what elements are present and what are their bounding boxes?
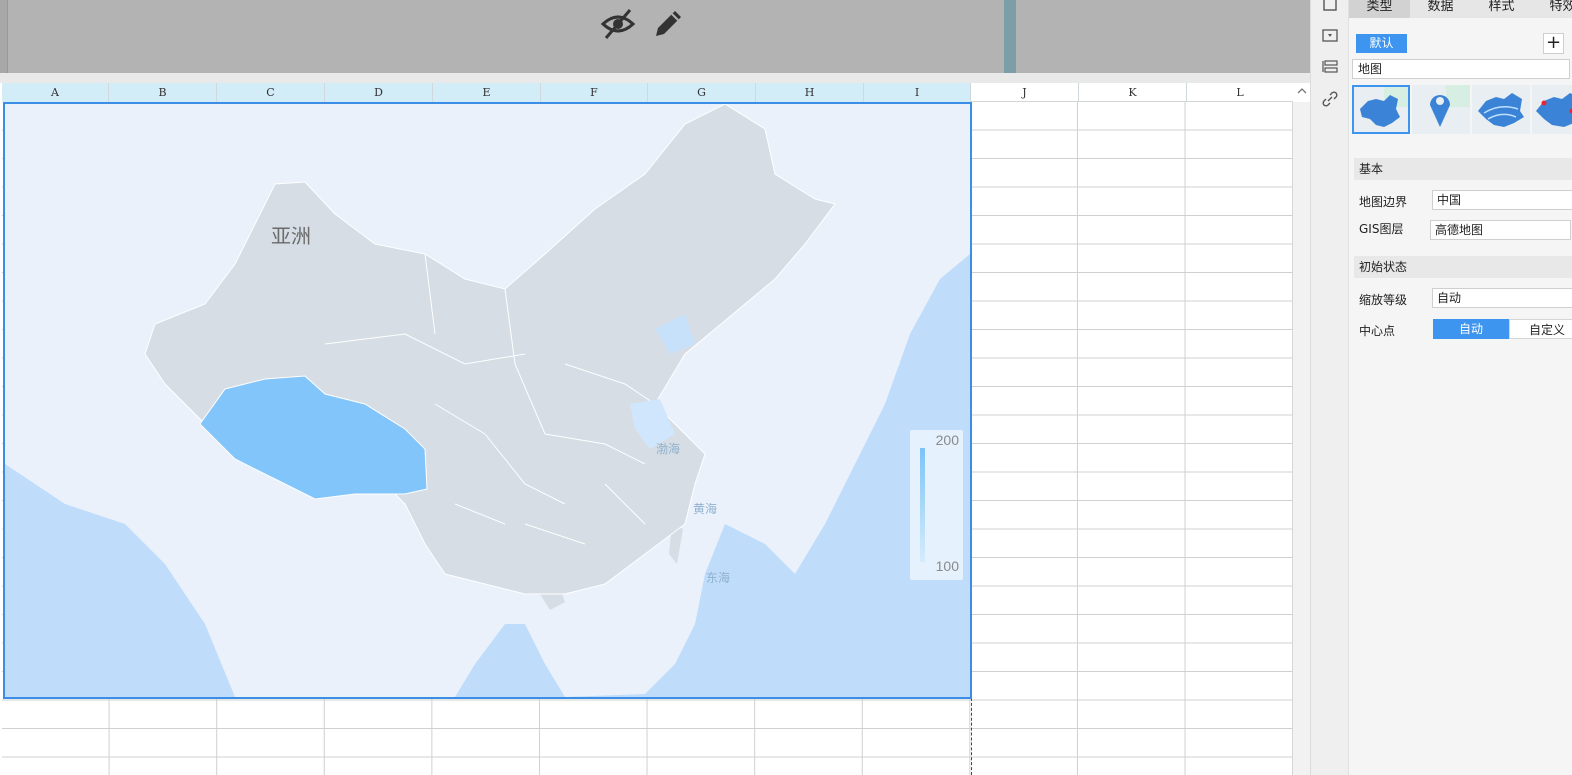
legend-gradient-bar[interactable] [920,448,925,562]
frozen-divider[interactable] [1004,0,1016,73]
column-header-a[interactable]: A [2,83,109,102]
value-legend[interactable]: 200 100 [910,430,963,580]
edit-button[interactable] [648,6,688,42]
zoom-level-select[interactable]: 自动 [1432,288,1572,308]
map-type-field[interactable]: 地图 [1352,59,1570,79]
tab-0[interactable]: 类型 [1349,0,1410,18]
report-designer: ABCDEFGHIJKL 亚洲 渤海 黄海 东海 200 100 类型 数据 样… [0,0,1572,775]
map-pin-icon [1412,85,1470,134]
gis-layer-select[interactable]: 高德地图 [1430,220,1571,240]
canvas-top-band [0,0,1310,73]
center-option-0[interactable]: 自动 [1433,319,1509,339]
legend-max-label: 200 [935,432,959,448]
cell-element-button[interactable] [1320,0,1340,14]
column-header-e[interactable]: E [433,83,541,102]
tab-3[interactable]: 特效 [1532,0,1572,18]
column-header-i[interactable]: I [864,83,971,102]
boundary-select[interactable]: 中国 [1432,190,1572,210]
mixed-map-thumb[interactable] [1532,85,1572,134]
layers-icon [1322,60,1338,73]
column-header-row: ABCDEFGHIJKL [2,83,1294,102]
china-map-icon [1354,87,1408,132]
column-header-l[interactable]: L [1187,83,1294,102]
center-option-1[interactable]: 自定义 [1509,319,1572,339]
column-header-c[interactable]: C [217,83,325,102]
dropdown-box-icon [1322,29,1338,42]
flow-map-icon [1472,85,1530,134]
column-header-k[interactable]: K [1079,83,1187,102]
vertical-scrollbar[interactable] [1293,102,1310,775]
section-basic: 基本 [1354,158,1572,180]
scroll-up-button[interactable] [1293,83,1310,102]
legend-min-label: 100 [935,558,959,574]
map-canvas [5,104,970,697]
pencil-icon [656,11,681,36]
eye-slash-icon [600,9,636,39]
page-break-line [971,698,972,775]
chevron-up-icon [1297,88,1306,94]
gis-layer-label: GIS图层 [1359,222,1404,236]
marker-map-icon [1532,85,1572,134]
region-map-thumb[interactable] [1352,85,1410,134]
side-tool-strip [1310,0,1348,775]
default-map-button[interactable]: 默认 [1356,34,1407,53]
flow-map-thumb[interactable] [1472,85,1530,134]
add-map-button[interactable]: + [1543,33,1564,54]
map-widget[interactable]: 亚洲 渤海 黄海 东海 南海 200 100 [3,102,972,699]
layer-attributes-button[interactable] [1320,58,1340,76]
column-header-f[interactable]: F [541,83,648,102]
column-header-d[interactable]: D [325,83,433,102]
hyperlink-button[interactable] [1320,90,1340,108]
row-header-strip [0,0,8,73]
column-header-g[interactable]: G [648,83,756,102]
hide-button[interactable] [598,6,638,42]
point-map-thumb[interactable] [1412,85,1470,134]
boundary-label: 地图边界 [1359,195,1408,209]
square-icon [1323,0,1337,11]
widget-settings-button[interactable] [1320,27,1340,45]
center-point-label: 中心点 [1359,324,1396,338]
zoom-level-label: 缩放等级 [1359,293,1408,307]
tab-1[interactable]: 数据 [1410,0,1471,18]
panel-tabs: 类型 数据 样式 特效 [1349,0,1572,18]
properties-panel: 类型 数据 样式 特效 默认 + 地图 基本 地图边界 中国 GIS图层 高德地… [1348,0,1572,775]
column-header-b[interactable]: B [109,83,217,102]
center-point-toggle: 自动 自定义 [1433,319,1572,339]
header-gap [0,73,1310,83]
tab-2[interactable]: 样式 [1471,0,1532,18]
section-initial-state: 初始状态 [1354,256,1572,278]
column-header-j[interactable]: J [971,83,1079,102]
link-icon [1322,91,1338,107]
column-header-h[interactable]: H [756,83,864,102]
